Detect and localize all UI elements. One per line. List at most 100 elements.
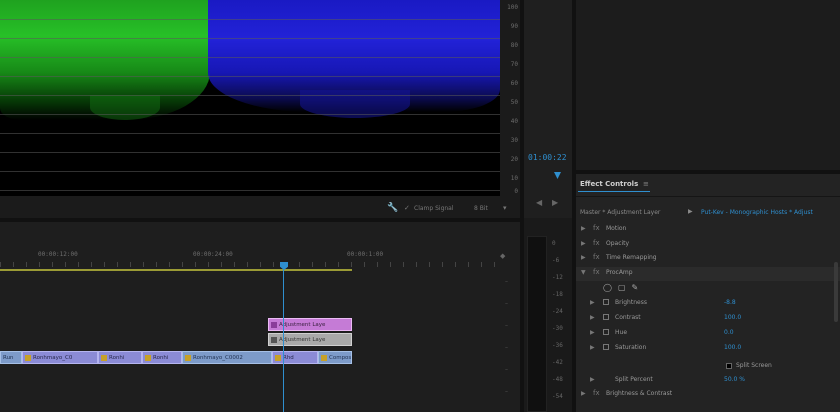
disclosure-triangle-icon[interactable]: ▶ bbox=[590, 314, 595, 321]
effect-row-brightness-contrast[interactable]: ▶ fx Brightness & Contrast bbox=[576, 388, 840, 402]
step-back-icon[interactable]: ◀ bbox=[536, 198, 542, 207]
scope-axis-label: 40 bbox=[510, 118, 518, 125]
effect-row-motion[interactable]: ▶ fx Motion bbox=[576, 223, 840, 237]
menu-icon[interactable]: ▾ bbox=[503, 204, 507, 212]
effect-label: Motion bbox=[606, 225, 627, 232]
meter-label: 0 bbox=[552, 240, 556, 247]
work-area-bar[interactable] bbox=[0, 269, 352, 271]
fx-badge-icon bbox=[185, 354, 191, 361]
param-row-brightness: ▶ Brightness -8.8 bbox=[576, 297, 840, 311]
param-label: Hue bbox=[615, 329, 628, 336]
effect-row-procamp[interactable]: ▼ fx ProcAmp bbox=[576, 267, 840, 281]
sequence-clip-label[interactable]: Put-Kev - Monographic Hosts * Adjust bbox=[701, 209, 813, 216]
scale-mark: – bbox=[505, 366, 508, 373]
scale-mark: – bbox=[505, 300, 508, 307]
green-channel-waveform-tail bbox=[90, 95, 160, 120]
clip-label: Adjustment Laye bbox=[279, 322, 326, 328]
scope-gridline bbox=[0, 171, 500, 172]
clip-video[interactable]: Ronhi bbox=[142, 351, 182, 364]
clamp-signal-label: Clamp Signal bbox=[414, 205, 454, 212]
meter-label: -6 bbox=[552, 257, 560, 264]
clip-adjustment-layer[interactable]: Adjustment Laye bbox=[268, 318, 352, 331]
param-label: Brightness bbox=[615, 299, 647, 306]
pen-mask-icon[interactable]: ✎ bbox=[632, 283, 645, 292]
scrollbar[interactable] bbox=[834, 262, 838, 322]
scope-gridline bbox=[0, 190, 500, 191]
time-ruler[interactable] bbox=[0, 262, 500, 267]
clip-video[interactable]: Ronhmayo_C0 bbox=[22, 351, 98, 364]
disclosure-triangle-icon[interactable]: ▶ bbox=[581, 390, 586, 397]
scope-gridline bbox=[0, 76, 500, 77]
clip-video[interactable]: Rhd bbox=[272, 351, 318, 364]
tab-effect-controls[interactable]: Effect Controls bbox=[580, 180, 638, 188]
scope-axis-label: 50 bbox=[510, 99, 518, 106]
stopwatch-icon[interactable] bbox=[603, 329, 609, 335]
fx-icon[interactable]: fx bbox=[593, 253, 600, 261]
scope-axis-label: 30 bbox=[510, 137, 518, 144]
source-clip-label[interactable]: Master * Adjustment Layer bbox=[580, 209, 660, 216]
meter-label: -54 bbox=[552, 393, 563, 400]
scope-gridline bbox=[0, 95, 500, 96]
scope-axis-label: 60 bbox=[510, 80, 518, 87]
fx-icon[interactable]: fx bbox=[593, 389, 600, 397]
effect-row-opacity[interactable]: ▶ fx Opacity bbox=[576, 238, 840, 252]
clip-video[interactable]: Run bbox=[0, 351, 22, 364]
stopwatch-icon[interactable] bbox=[603, 314, 609, 320]
clip-label: Adjustment Laye bbox=[279, 337, 326, 343]
ellipse-mask-icon[interactable]: ◯ bbox=[603, 283, 618, 292]
bit-depth-select[interactable]: 8 Bit bbox=[474, 205, 488, 212]
stopwatch-icon[interactable] bbox=[603, 299, 609, 305]
scope-axis: 100 90 80 70 60 50 40 30 20 10 0 bbox=[502, 0, 520, 196]
scope-axis-label: 80 bbox=[510, 42, 518, 49]
disclosure-triangle-icon[interactable]: ▶ bbox=[590, 299, 595, 306]
clip-label: Ronhi bbox=[153, 355, 169, 361]
disclosure-triangle-icon[interactable]: ▶ bbox=[581, 240, 586, 247]
stopwatch-icon[interactable] bbox=[603, 344, 609, 350]
disclosure-triangle-open-icon[interactable]: ▼ bbox=[581, 269, 586, 276]
meter-label: -18 bbox=[552, 291, 563, 298]
effect-row-time-remapping[interactable]: ▶ fx Time Remapping bbox=[576, 252, 840, 266]
disclosure-triangle-icon[interactable]: ▶ bbox=[581, 254, 586, 261]
disclosure-triangle-icon[interactable]: ▶ bbox=[590, 329, 595, 336]
clip-video[interactable]: Ronhi bbox=[98, 351, 142, 364]
clip-video[interactable]: Compos bbox=[318, 351, 352, 364]
param-value[interactable]: -8.8 bbox=[724, 299, 736, 306]
param-label: Split Percent bbox=[615, 376, 653, 383]
disclosure-triangle-icon[interactable]: ▶ bbox=[581, 225, 586, 232]
meter-label: -36 bbox=[552, 342, 563, 349]
clamp-signal-checkbox[interactable]: ✓ bbox=[404, 204, 410, 212]
divider bbox=[576, 196, 840, 197]
clip-label: Ronhi bbox=[109, 355, 125, 361]
param-value[interactable]: 100.0 bbox=[724, 344, 741, 351]
ruler-timecode: 00:00:12:00 bbox=[38, 251, 78, 258]
split-screen-checkbox[interactable] bbox=[726, 363, 732, 369]
ruler-settings-icon[interactable]: ◆ bbox=[500, 252, 505, 260]
source-panel bbox=[576, 0, 840, 170]
disclosure-triangle-icon[interactable]: ▶ bbox=[590, 376, 595, 383]
param-label: Contrast bbox=[615, 314, 641, 321]
param-value[interactable]: 100.0 bbox=[724, 314, 741, 321]
fx-icon[interactable]: fx bbox=[593, 239, 600, 247]
scale-mark: – bbox=[505, 344, 508, 351]
param-row-saturation: ▶ Saturation 100.0 bbox=[576, 342, 840, 356]
program-timecode[interactable]: 01:00:22 bbox=[528, 153, 567, 162]
fx-icon[interactable]: fx bbox=[593, 224, 600, 232]
wrench-icon[interactable]: 🔧 bbox=[387, 204, 398, 213]
fx-badge-icon bbox=[271, 321, 277, 328]
rectangle-mask-icon[interactable]: ▢ bbox=[618, 283, 632, 292]
fx-badge-icon bbox=[145, 354, 151, 361]
fx-icon[interactable]: fx bbox=[593, 268, 600, 276]
scope-axis-label: 100 bbox=[507, 4, 518, 11]
program-monitor-panel bbox=[524, 0, 572, 218]
param-value[interactable]: 50.0 % bbox=[724, 376, 745, 383]
disclosure-triangle-icon[interactable]: ▶ bbox=[590, 344, 595, 351]
tab-menu-icon[interactable]: ≡ bbox=[643, 180, 649, 188]
step-forward-icon[interactable]: ▶ bbox=[552, 198, 558, 207]
param-label: Saturation bbox=[615, 344, 647, 351]
param-value[interactable]: 0.0 bbox=[724, 329, 734, 336]
fx-badge-icon bbox=[25, 354, 31, 361]
clip-adjustment-layer[interactable]: Adjustment Laye bbox=[268, 333, 352, 346]
scope-gridline bbox=[0, 57, 500, 58]
clip-video[interactable]: Ronhmayo_C0002 bbox=[182, 351, 272, 364]
param-row-hue: ▶ Hue 0.0 bbox=[576, 327, 840, 341]
